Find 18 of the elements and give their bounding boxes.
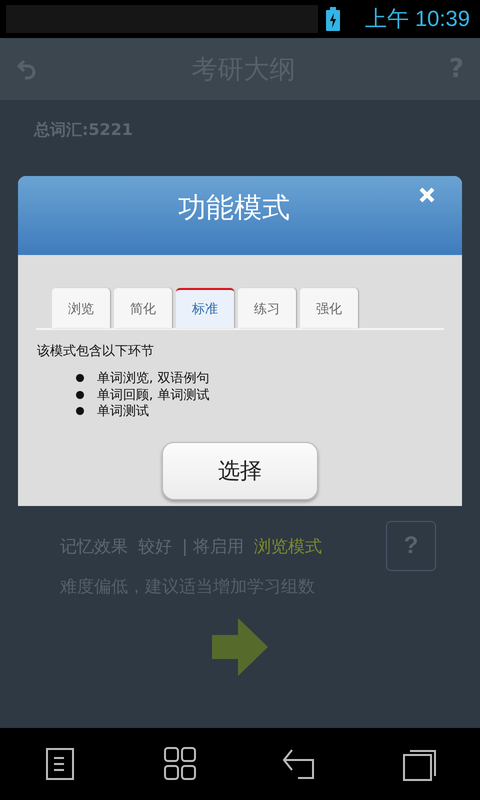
- bullet-icon: [76, 407, 84, 416]
- mode-tab[interactable]: 浏览: [52, 288, 110, 328]
- bullet-icon: [76, 390, 84, 399]
- mode-description: 该模式包含以下环节: [37, 343, 154, 360]
- close-icon[interactable]: [418, 186, 436, 204]
- clock-time: 上午 10:39: [364, 5, 470, 33]
- step-text: 单词回顾, 单词测试: [97, 386, 210, 404]
- battery-icon: [326, 7, 340, 31]
- mode-tab[interactable]: 练习: [238, 288, 296, 328]
- mode-tab[interactable]: 标准: [176, 288, 234, 328]
- bullet-icon: [76, 374, 84, 382]
- mode-link[interactable]: 浏览模式: [254, 534, 322, 558]
- dialog-title: 功能模式: [177, 190, 291, 226]
- select-button[interactable]: 选择: [162, 442, 318, 500]
- mode-tab[interactable]: 简化: [114, 288, 172, 328]
- step-text: 单词测试: [97, 403, 149, 420]
- mode-tab[interactable]: 强化: [300, 288, 358, 328]
- step-text: 单词浏览, 双语例句: [97, 370, 210, 388]
